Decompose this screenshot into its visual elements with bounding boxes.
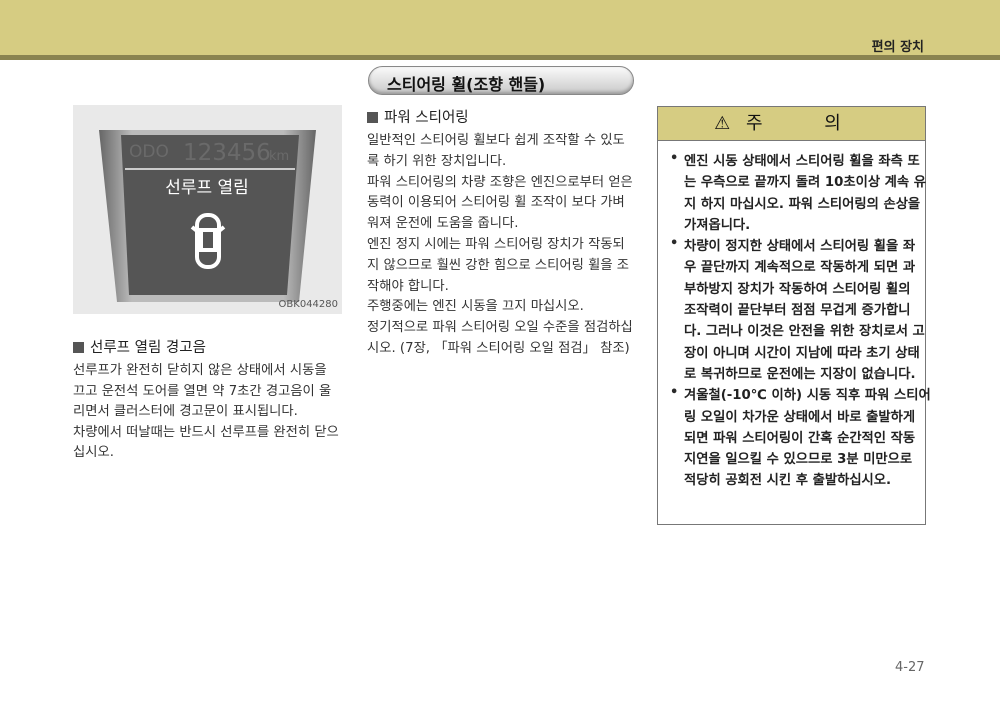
text-line: 로 복귀하므로 운전에는 지장이 없습니다.: [684, 366, 916, 382]
text-line: 적당히 공회전 시킨 후 출발하십시오.: [684, 473, 892, 489]
text-line: 가져옵니다.: [684, 217, 751, 233]
caution-header: ⚠ 주 의: [658, 107, 925, 141]
header-band: [0, 0, 1000, 55]
text-line: 작해야 합니다.: [367, 278, 449, 294]
text-line: 겨울철(-10℃ 이하) 시동 직후 파워 스티어: [684, 388, 931, 404]
text-line: 조작력이 끝단부터 점점 무겁게 증가합니: [684, 303, 911, 319]
caution-title: 주 의: [746, 113, 869, 134]
sunroof-warning-body: 선루프가 완전히 닫히지 않은 상태에서 시동을끄고 운전석 도어를 열면 약 …: [73, 361, 339, 464]
text-line: 차량에서 떠날때는 반드시 선루프를 완전히 닫으: [73, 424, 339, 440]
text-line: 엔진 정지 시에는 파워 스티어링 장치가 작동되: [367, 236, 625, 252]
sunroof-open-message: 선루프 열림: [165, 178, 249, 198]
caution-item: 겨울철(-10℃ 이하) 시동 직후 파워 스티어링 오일이 차가운 상태에서 …: [684, 385, 931, 491]
chapter-title: 스티어링 휠(조향 핸들): [387, 75, 546, 94]
odo-unit: km: [269, 149, 289, 164]
bullet-icon: •: [670, 236, 679, 252]
text-line: 다. 그러나 이것은 안전을 위한 장치로서 고: [684, 324, 925, 340]
power-steering-body: 일반적인 스티어링 휠보다 쉽게 조작할 수 있도록 하기 위한 장치입니다. 파…: [367, 131, 633, 360]
page-number: 4-27: [895, 660, 925, 675]
warning-triangle-icon: ⚠: [714, 113, 731, 134]
text-line: 선루프가 완전히 닫히지 않은 상태에서 시동을: [73, 363, 327, 378]
caution-item: 엔진 시동 상태에서 스티어링 휠을 좌측 또는 우측으로 끝까지 돌려 10초…: [684, 151, 926, 236]
text-line: 차량이 정지한 상태에서 스티어링 휠을 좌: [684, 239, 916, 255]
text-line: 끄고 운전석 도어를 열면 약 7초간 경고음이 울: [73, 383, 332, 399]
bullet-icon: •: [670, 385, 679, 401]
caution-box: ⚠ 주 의 • 엔진 시동 상태에서 스티어링 휠을 좌측 또는 우측으로 끝까지…: [657, 106, 931, 525]
odo-label: ODO: [129, 142, 169, 162]
text-line: 정기적으로 파워 스티어링 오일 수준을 점검하십: [367, 320, 633, 336]
text-line: 지 않으므로 훨씬 강한 힘으로 스티어링 휠을 조: [367, 257, 630, 273]
text-line: 부하방지 장치가 작동하여 스티어링 휠의: [684, 281, 911, 297]
section-title: 편의 장치: [871, 40, 924, 55]
figure-code: OBK044280: [278, 299, 338, 310]
cluster-display-graphic: ODO 123456 km 선루프 열림: [99, 130, 316, 302]
text-line: 우 끝단까지 계속적으로 작동하게 되면 과: [684, 260, 916, 276]
header-rule: [0, 55, 1000, 60]
text-line: 엔진 시동 상태에서 스티어링 휠을 좌측 또: [684, 154, 920, 169]
text-line: 주행중에는 엔진 시동을 끄지 마십시오.: [367, 299, 584, 315]
text-line: 일반적인 스티어링 휠보다 쉽게 조작할 수 있도: [367, 133, 625, 148]
bullet-icon: •: [670, 151, 679, 166]
text-line: 시오. (7장, 「파워 스티어링 오일 점검」 참조): [367, 340, 630, 356]
power-steering-heading: 파워 스티어링: [367, 106, 469, 127]
text-line: 는 우측으로 끝까지 돌려 10초이상 계속 유: [684, 175, 927, 191]
text-line: 파워 스티어링의 차량 조향은 엔진으로부터 얻은: [367, 174, 633, 190]
text-line: 워져 운전에 도움을 줍니다.: [367, 216, 519, 232]
text-line: 동력이 이용되어 스티어링 휠 조작이 보다 가벼: [367, 195, 625, 211]
text-line: 링 오일이 차가운 상태에서 바로 출발하게: [684, 409, 916, 425]
text-line: 되면 파워 스티어링이 간혹 순간적인 작동: [684, 430, 916, 446]
text-line: 리면서 클러스터에 경고문이 표시됩니다.: [73, 404, 298, 419]
sunroof-warning-heading: 선루프 열림 경고음: [73, 336, 206, 357]
text-line: 십시오.: [73, 445, 114, 460]
odo-value: 123456: [183, 140, 271, 166]
text-line: 지 하지 마십시오. 파워 스티어링의 손상을: [684, 196, 921, 212]
text-line: 록 하기 위한 장치입니다.: [367, 153, 507, 169]
caution-item: 차량이 정지한 상태에서 스티어링 휠을 좌우 끝단까지 계속적으로 작동하게 …: [684, 236, 925, 385]
text-line: 장이 아니며 시간이 지남에 따라 초기 상태: [684, 345, 920, 361]
chapter-title-pill: 스티어링 휠(조향 핸들): [368, 66, 634, 95]
text-line: 지연을 일으킬 수 있으므로 3분 미만으로: [684, 452, 913, 468]
cluster-illustration: ODO 123456 km 선루프 열림 OBK044280: [73, 105, 342, 314]
